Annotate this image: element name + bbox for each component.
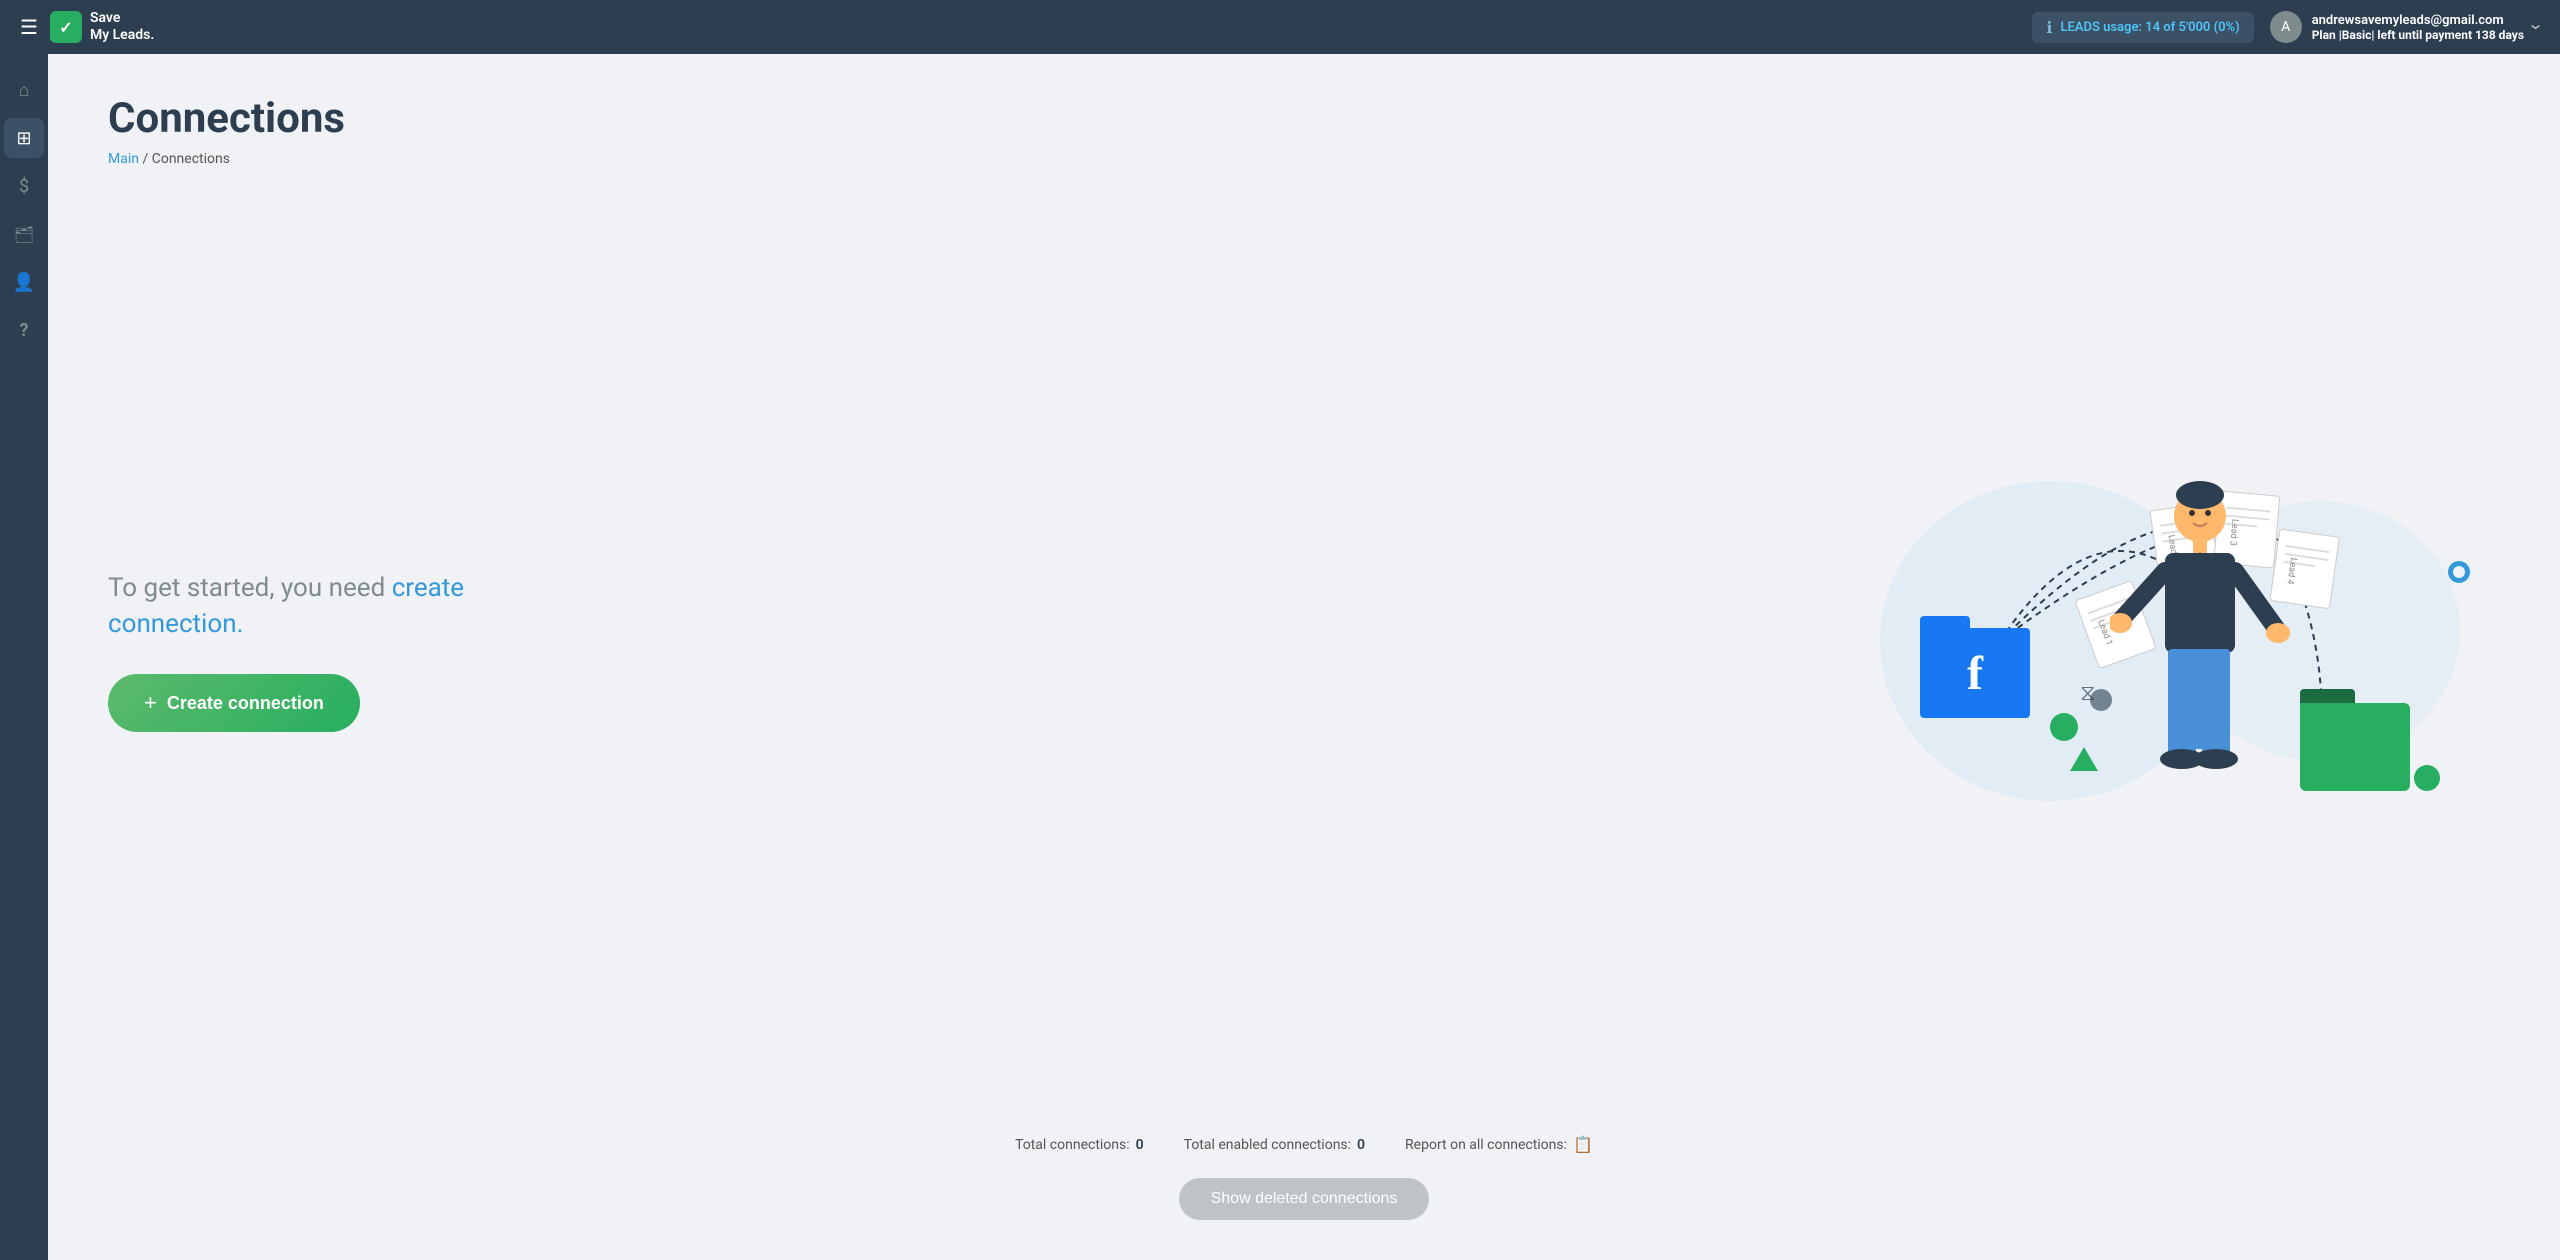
logo-icon: ✓ [50,11,82,43]
sidebar-item-integrations[interactable]: 🗂 [4,214,44,254]
total-enabled-label: Total enabled connections: [1184,1137,1351,1153]
leads-usage-widget: ℹ LEADS usage: 14 of 5'000 (0%) [2032,12,2253,43]
person-illustration [2110,481,2290,821]
main-content: Connections Main / Connections To get st… [48,54,2560,1260]
sidebar: ⌂ ⊞ $ 🗂 👤 ? [0,54,48,1260]
green-triangle [2070,747,2098,771]
show-deleted-connections-button[interactable]: Show deleted connections [1179,1178,1430,1220]
stats-row: Total connections: 0 Total enabled conne… [108,1135,2500,1154]
help-icon: ? [20,320,29,341]
facebook-f-icon: f [1967,646,1983,701]
breadcrumb-separator: / [142,151,151,167]
info-icon: ℹ [2046,18,2052,37]
report-icon[interactable]: 📋 [1573,1135,1593,1154]
total-enabled-value: 0 [1357,1137,1365,1153]
avatar: A [2270,11,2302,43]
report-label: Report on all connections: [1405,1137,1567,1153]
logo: ✓ Save My Leads. [50,10,154,44]
user-details: andrewsavemyleads@gmail.com Plan |Basic|… [2312,13,2524,42]
facebook-folder: f [1920,616,2030,718]
hamburger-menu-icon[interactable]: ☰ [20,15,38,39]
green-folder [2300,689,2410,791]
breadcrumb: Main / Connections [108,151,2500,167]
integrations-icon: 🗂 [14,225,34,244]
leads-usage-text: LEADS usage: 14 of 5'000 (0%) [2060,20,2239,35]
breadcrumb-main-link[interactable]: Main [108,151,139,167]
curl-decoration: ⧖ [2080,681,2095,706]
home-icon: ⌂ [19,80,30,101]
empty-state-text: To get started, you need create connecti… [108,570,528,643]
sidebar-item-help[interactable]: ? [4,310,44,350]
user-info[interactable]: A andrewsavemyleads@gmail.com Plan |Basi… [2270,11,2540,43]
connections-icon: ⊞ [16,128,31,149]
green-dot-2 [2414,765,2440,791]
sidebar-item-profile[interactable]: 👤 [4,262,44,302]
user-email: andrewsavemyleads@gmail.com [2312,13,2524,28]
profile-icon: 👤 [13,272,35,293]
total-connections-stat: Total connections: 0 [1015,1137,1144,1153]
chevron-down-icon[interactable]: › [2525,24,2549,30]
empty-state: To get started, you need create connecti… [108,207,2500,1095]
create-connection-button[interactable]: + Create connection [108,674,360,732]
report-stat: Report on all connections: 📋 [1405,1135,1593,1154]
topbar: ☰ ✓ Save My Leads. ℹ LEADS usage: 14 of … [0,0,2560,54]
sidebar-item-billing[interactable]: $ [4,166,44,206]
billing-icon: $ [19,176,29,197]
total-connections-value: 0 [1136,1137,1144,1153]
green-dot-1 [2050,713,2078,741]
empty-state-left: To get started, you need create connecti… [108,570,528,733]
page-title: Connections [108,94,2500,143]
total-enabled-stat: Total enabled connections: 0 [1184,1137,1365,1153]
sidebar-item-connections[interactable]: ⊞ [4,118,44,158]
illustration: Lead 1 Lead 2 [1820,441,2500,861]
breadcrumb-current: Connections [152,151,230,167]
sidebar-item-home[interactable]: ⌂ [4,70,44,110]
logo-text: Save My Leads. [90,10,154,44]
total-connections-label: Total connections: [1015,1137,1130,1153]
plan-info: Plan |Basic| left until payment 138 days [2312,28,2524,42]
blue-ring [2448,561,2470,583]
plus-icon: + [144,690,157,716]
